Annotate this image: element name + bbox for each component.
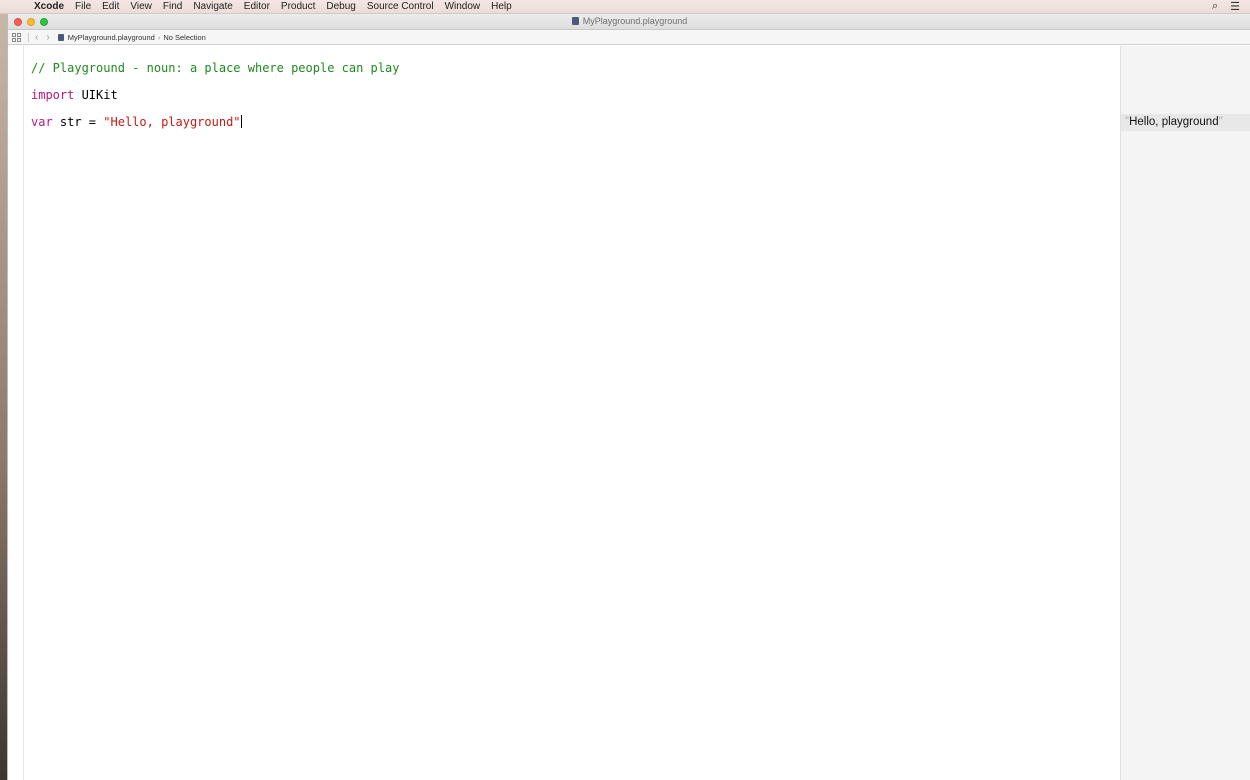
code-line-comment[interactable]: // Playground - noun: a place where peop… bbox=[31, 61, 399, 75]
code-comment: // Playground - noun: a place where peop… bbox=[31, 61, 400, 75]
menu-edit[interactable]: Edit bbox=[102, 0, 119, 14]
results-sidebar: "Hello, playground" bbox=[1120, 46, 1250, 780]
menu-xcode[interactable]: Xcode bbox=[34, 0, 64, 14]
keyword-import: import bbox=[31, 88, 75, 102]
result-value: "Hello, playground" bbox=[1125, 116, 1223, 128]
menu-find[interactable]: Find bbox=[163, 0, 182, 14]
back-icon[interactable]: ‹ bbox=[35, 30, 38, 45]
var-declaration: str = bbox=[52, 115, 104, 129]
keyword-var: var bbox=[31, 115, 53, 129]
menu-product[interactable]: Product bbox=[281, 0, 315, 14]
breadcrumb-file[interactable]: MyPlayground.playground bbox=[68, 33, 155, 42]
xcode-window: MyPlayground.playground ‹ › MyPlayground… bbox=[7, 14, 1250, 780]
import-module: UIKit bbox=[74, 88, 118, 102]
window-title: MyPlayground.playground bbox=[8, 16, 1250, 26]
menu-navigate[interactable]: Navigate bbox=[193, 0, 232, 14]
breadcrumb-selection[interactable]: No Selection bbox=[163, 33, 206, 42]
menu-source-control[interactable]: Source Control bbox=[367, 0, 434, 14]
code-line-var[interactable]: var str = "Hello, playground" bbox=[31, 115, 242, 129]
menu-editor[interactable]: Editor bbox=[244, 0, 270, 14]
menu-window[interactable]: Window bbox=[445, 0, 481, 14]
list-icon[interactable]: ☰ bbox=[1230, 0, 1240, 13]
playground-file-icon bbox=[571, 17, 579, 25]
title-bar: MyPlayground.playground bbox=[8, 14, 1250, 30]
menu-help[interactable]: Help bbox=[491, 0, 512, 14]
menu-debug[interactable]: Debug bbox=[326, 0, 355, 14]
forward-icon[interactable]: › bbox=[46, 30, 49, 45]
result-row[interactable]: "Hello, playground" bbox=[1121, 114, 1250, 131]
code-line-import[interactable]: import UIKit bbox=[31, 88, 118, 102]
text-cursor bbox=[240, 115, 242, 128]
code-editor[interactable]: // Playground - noun: a place where peop… bbox=[8, 46, 1120, 780]
result-quote-close: " bbox=[1218, 116, 1223, 128]
menu-view[interactable]: View bbox=[130, 0, 152, 14]
result-value-text: Hello, playground bbox=[1129, 116, 1219, 128]
playground-file-icon bbox=[57, 33, 64, 41]
editor-gutter bbox=[8, 46, 24, 780]
menubar-right: ⌕ ☰ bbox=[1200, 0, 1240, 13]
jumpbar-divider bbox=[28, 32, 29, 42]
menu-file[interactable]: File bbox=[75, 0, 91, 14]
search-icon[interactable]: ⌕ bbox=[1212, 0, 1218, 13]
jump-bar: ‹ › MyPlayground.playground › No Selecti… bbox=[8, 30, 1250, 45]
window-title-text: MyPlayground.playground bbox=[582, 16, 688, 26]
string-literal: "Hello, playground" bbox=[103, 115, 241, 129]
menu-bar: Xcode File Edit View Find Navigate Edito… bbox=[0, 0, 1250, 14]
breadcrumb-chevron-icon: › bbox=[157, 32, 161, 42]
related-items-icon[interactable] bbox=[12, 32, 22, 42]
